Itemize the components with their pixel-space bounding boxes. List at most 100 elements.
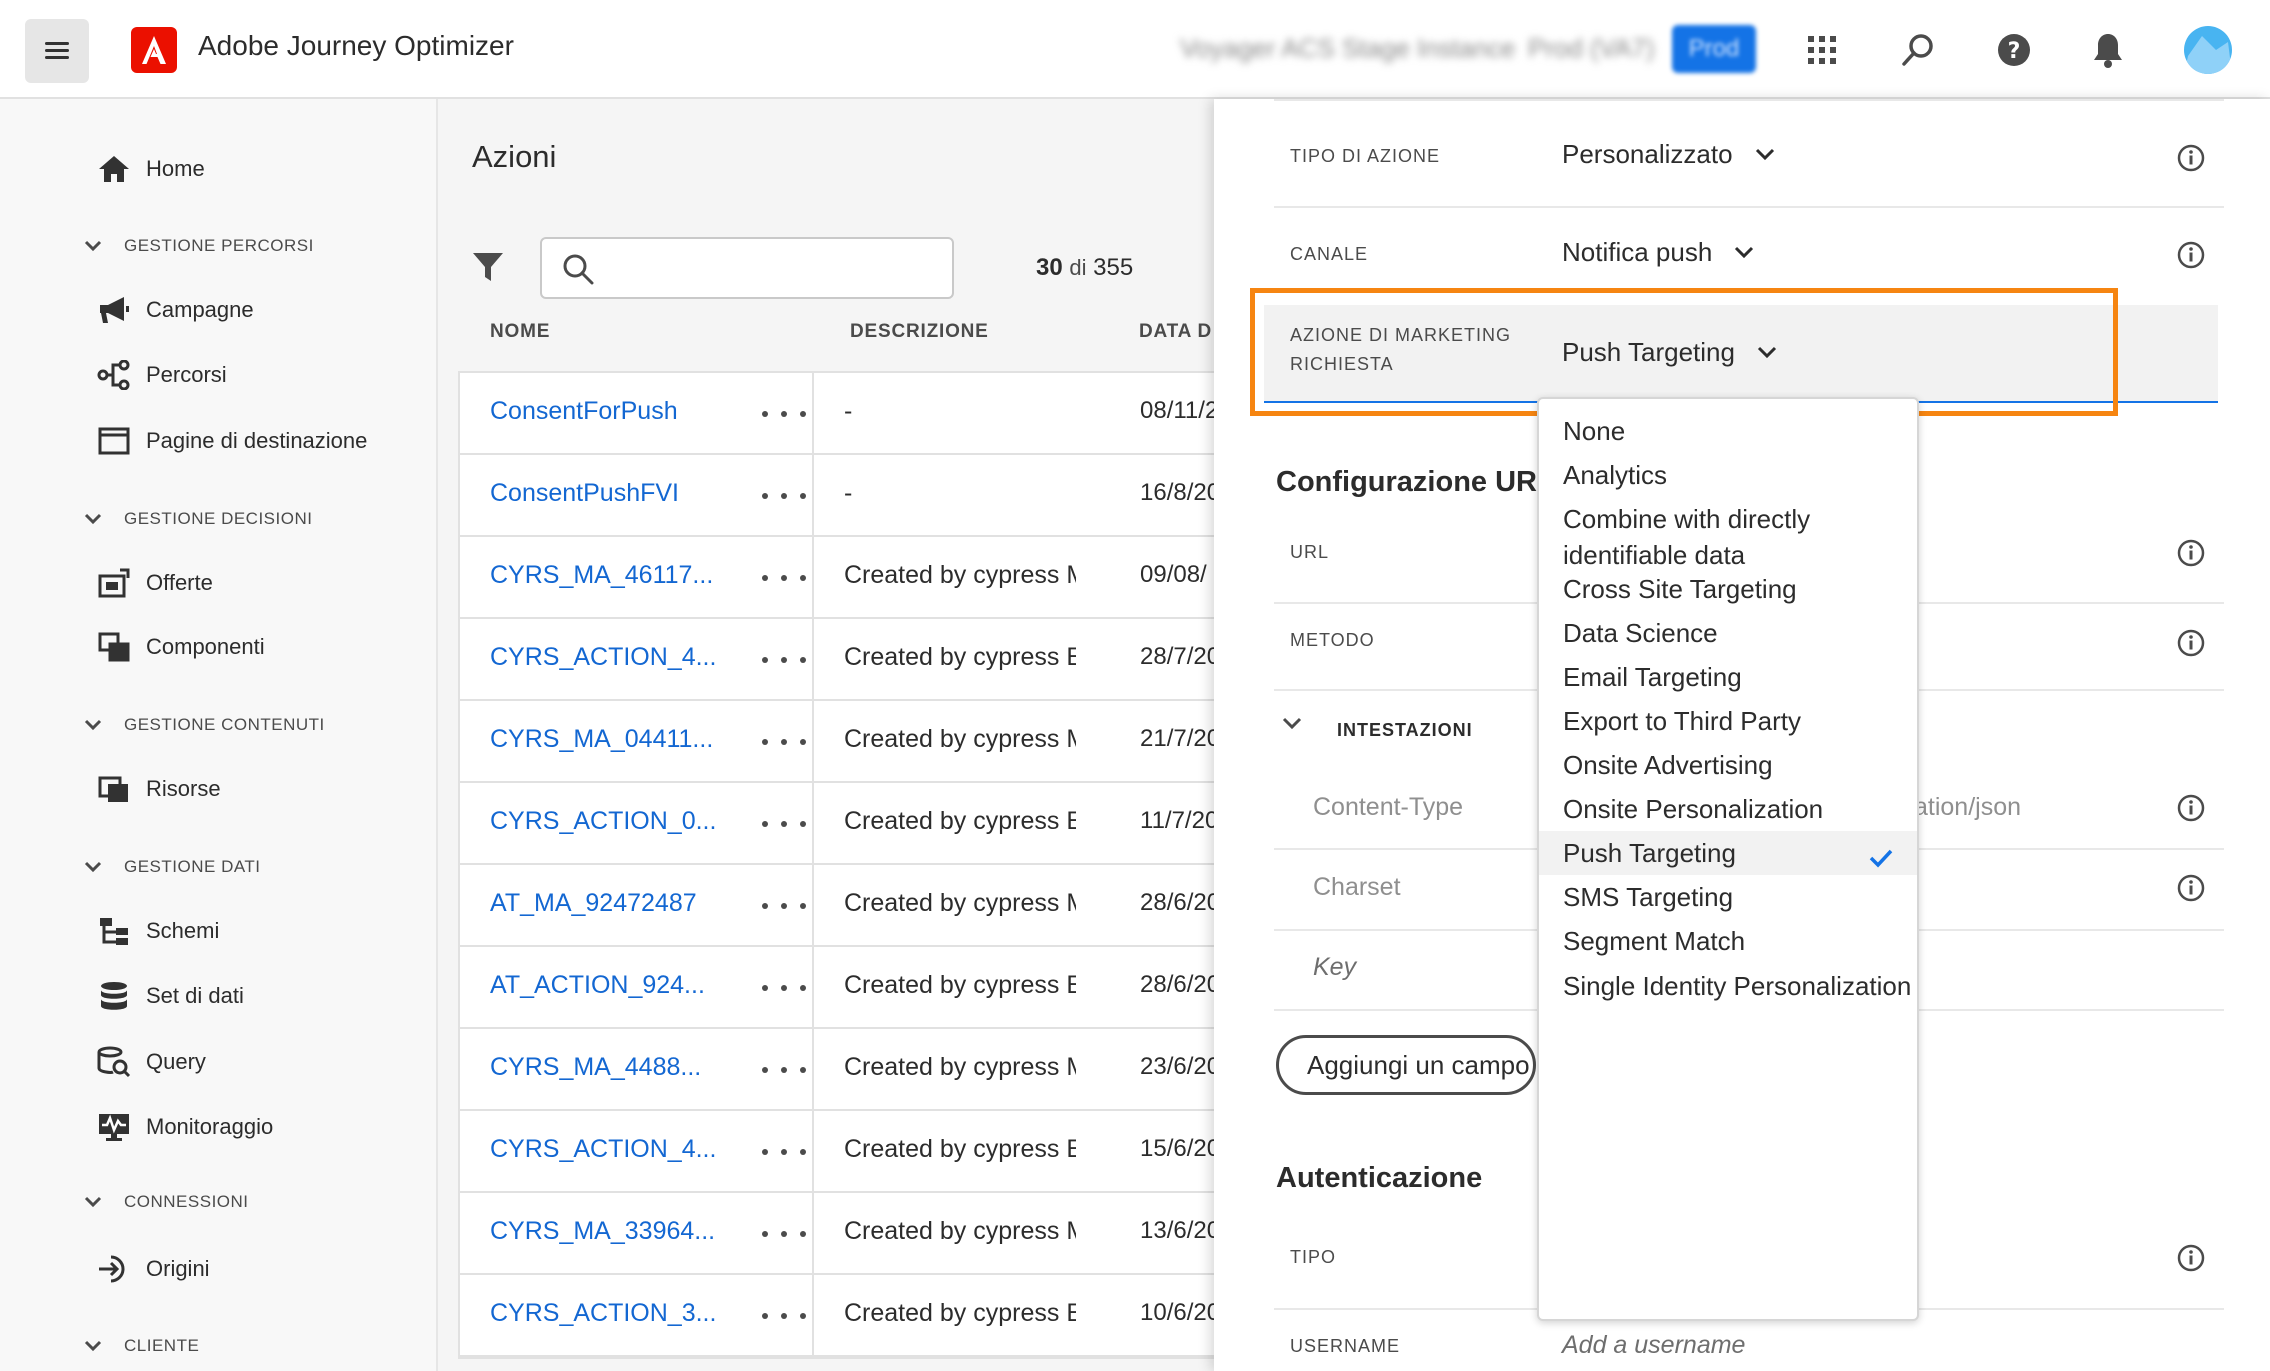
sidebar-item-home[interactable]: Home	[96, 149, 205, 189]
app-title[interactable]: Adobe Journey Optimizer	[198, 30, 514, 62]
sidebar-item-origini[interactable]: Origini	[96, 1249, 210, 1289]
action-name-link[interactable]: CYRS_ACTION_3...	[490, 1299, 716, 1328]
action-name-link[interactable]: CYRS_ACTION_4...	[490, 643, 716, 672]
dropdown-option[interactable]: SMS Targeting	[1539, 875, 1917, 919]
table-row[interactable]: ConsentForPush - 08/11/2	[460, 373, 1214, 455]
more-options-icon[interactable]	[762, 1219, 806, 1249]
sidebar-item-monitoraggio[interactable]: Monitoraggio	[96, 1107, 273, 1147]
action-name-link[interactable]: CYRS_ACTION_4...	[490, 1135, 716, 1164]
search-input[interactable]	[606, 249, 940, 289]
sidebar-item-set-di-dati[interactable]: Set di dati	[96, 976, 244, 1016]
table-row[interactable]: CYRS_MA_33964... Created by cypress M 13/6…	[460, 1193, 1214, 1275]
help-icon[interactable]: ?	[1989, 25, 2039, 75]
menu-button[interactable]	[25, 19, 89, 83]
org-name[interactable]: Voyager ACS Stage Instance	[1180, 33, 1515, 67]
dropdown-option[interactable]: Email Targeting	[1539, 655, 1917, 699]
more-options-icon[interactable]	[762, 727, 806, 757]
table-row[interactable]: AT_ACTION_924... Created by cypress E 28/6…	[460, 947, 1214, 1029]
table-row[interactable]: CYRS_ACTION_4... Created by cypress E 15/6…	[460, 1111, 1214, 1193]
search-icon[interactable]	[1893, 25, 1943, 75]
more-options-icon[interactable]	[762, 891, 806, 921]
sidebar-item-offerte[interactable]: Offerte	[96, 563, 213, 603]
sidebar-item-schemi[interactable]: Schemi	[96, 911, 219, 951]
table-row[interactable]: CYRS_MA_4488... Created by cypress M 23/6/…	[460, 1029, 1214, 1111]
sidebar-item-campagne[interactable]: Campagne	[96, 290, 254, 330]
filter-icon[interactable]	[472, 251, 504, 288]
more-options-icon[interactable]	[762, 645, 806, 675]
sidebar-section-gestione-contenuti[interactable]: GESTIONE CONTENUTI	[84, 710, 325, 740]
dropdown-option[interactable]: Data Science	[1539, 611, 1917, 655]
more-options-icon[interactable]	[762, 1301, 806, 1331]
dropdown-option[interactable]: Export to Third Party	[1539, 699, 1917, 743]
info-icon[interactable]	[2176, 873, 2206, 903]
sidebar-section-gestione-percorsi[interactable]: GESTIONE PERCORSI	[84, 231, 314, 261]
sidebar-item-percorsi[interactable]: Percorsi	[96, 355, 227, 395]
header-key-input[interactable]: Key	[1313, 953, 1356, 982]
table-row[interactable]: CYRS_MA_46117... Created by cypress M 09/0…	[460, 537, 1214, 619]
channel-picker[interactable]: Notifica push	[1562, 237, 1754, 268]
more-options-icon[interactable]	[762, 809, 806, 839]
action-name-link[interactable]: ConsentPushFVI	[490, 479, 679, 508]
more-options-icon[interactable]	[762, 563, 806, 593]
search-field[interactable]	[540, 237, 954, 299]
info-icon[interactable]	[2176, 538, 2206, 568]
info-icon[interactable]	[2176, 793, 2206, 823]
marketing-action-picker[interactable]: Push Targeting	[1562, 337, 1777, 368]
action-name-link[interactable]: CYRS_MA_33964...	[490, 1217, 715, 1246]
dropdown-option[interactable]: Combine with directly identifiable data	[1539, 497, 1917, 570]
action-type-picker[interactable]: Personalizzato	[1562, 139, 1775, 170]
table-row[interactable]: ConsentPushFVI - 16/8/20	[460, 455, 1214, 537]
table-row[interactable]: CYRS_ACTION_4... Created by cypress E 28/7…	[460, 619, 1214, 701]
action-name-link[interactable]: ConsentForPush	[490, 397, 678, 426]
column-header-description[interactable]: DESCRIZIONE	[850, 321, 989, 343]
dropdown-option[interactable]: Single Identity Personalization	[1539, 964, 1917, 1034]
action-name-link[interactable]: CYRS_MA_46117...	[490, 561, 713, 590]
more-options-icon[interactable]	[762, 481, 806, 511]
info-icon[interactable]	[2176, 143, 2206, 173]
username-input[interactable]: Add a username	[1562, 1331, 1745, 1360]
sidebar-section-gestione-decisioni[interactable]: GESTIONE DECISIONI	[84, 504, 312, 534]
apps-grid-icon[interactable]	[1797, 25, 1847, 75]
info-icon[interactable]	[2176, 240, 2206, 270]
action-name-link[interactable]: AT_MA_92472487	[490, 889, 697, 918]
sidebar-section-gestione-dati[interactable]: GESTIONE DATI	[84, 852, 261, 882]
sidebar-section-cliente[interactable]: CLIENTE	[84, 1331, 199, 1361]
more-options-icon[interactable]	[762, 1055, 806, 1085]
column-header-name[interactable]: NOME	[490, 321, 550, 343]
dropdown-option[interactable]: Push Targeting	[1539, 831, 1917, 875]
dropdown-option[interactable]: Analytics	[1539, 453, 1917, 497]
table-row[interactable]: CYRS_ACTION_3... Created by cypress E 10/6…	[460, 1275, 1214, 1357]
dropdown-option[interactable]: None	[1539, 409, 1917, 453]
dropdown-option[interactable]: Onsite Advertising	[1539, 743, 1917, 787]
action-name-link[interactable]: CYRS_MA_4488...	[490, 1053, 701, 1082]
table-row[interactable]: CYRS_MA_04411... Created by cypress M 21/7…	[460, 701, 1214, 783]
headers-label: INTESTAZIONI	[1337, 720, 1473, 740]
sidebar-item-risorse[interactable]: Risorse	[96, 769, 221, 809]
adobe-logo[interactable]	[131, 27, 177, 73]
env-badge[interactable]: Prod	[1672, 25, 1756, 73]
sidebar-item-componenti[interactable]: Componenti	[96, 627, 265, 667]
dropdown-option[interactable]: Onsite Personalization	[1539, 787, 1917, 831]
info-icon[interactable]	[2176, 1243, 2206, 1273]
table-row[interactable]: CYRS_ACTION_0... Created by cypress E 11/7…	[460, 783, 1214, 865]
dropdown-option[interactable]: Segment Match	[1539, 919, 1917, 963]
action-name-link[interactable]: CYRS_ACTION_0...	[490, 807, 716, 836]
add-field-button[interactable]: Aggiungi un campo	[1276, 1035, 1536, 1095]
sidebar-section-connessioni[interactable]: CONNESSIONI	[84, 1187, 249, 1217]
headers-toggle[interactable]	[1282, 717, 1302, 736]
avatar[interactable]	[2184, 26, 2232, 74]
table-row[interactable]: AT_MA_92472487 Created by cypress M 28/6/2…	[460, 865, 1214, 947]
more-options-icon[interactable]	[762, 399, 806, 429]
sidebar-item-pagine-di-destinazione[interactable]: Pagine di destinazione	[96, 421, 367, 461]
column-header-date[interactable]: DATA D	[1139, 321, 1212, 343]
info-icon[interactable]	[2176, 628, 2206, 658]
bell-icon[interactable]	[2083, 25, 2133, 75]
more-options-icon[interactable]	[762, 1137, 806, 1167]
sandbox-name[interactable]: Prod (VA7)	[1528, 33, 1655, 67]
action-name-link[interactable]: AT_ACTION_924...	[490, 971, 705, 1000]
dropdown-option[interactable]: Cross Site Targeting	[1539, 567, 1917, 611]
header-content-type-value[interactable]: ation/json	[1914, 793, 2021, 822]
more-options-icon[interactable]	[762, 973, 806, 1003]
action-name-link[interactable]: CYRS_MA_04411...	[490, 725, 713, 754]
sidebar-item-query[interactable]: Query	[96, 1042, 206, 1082]
